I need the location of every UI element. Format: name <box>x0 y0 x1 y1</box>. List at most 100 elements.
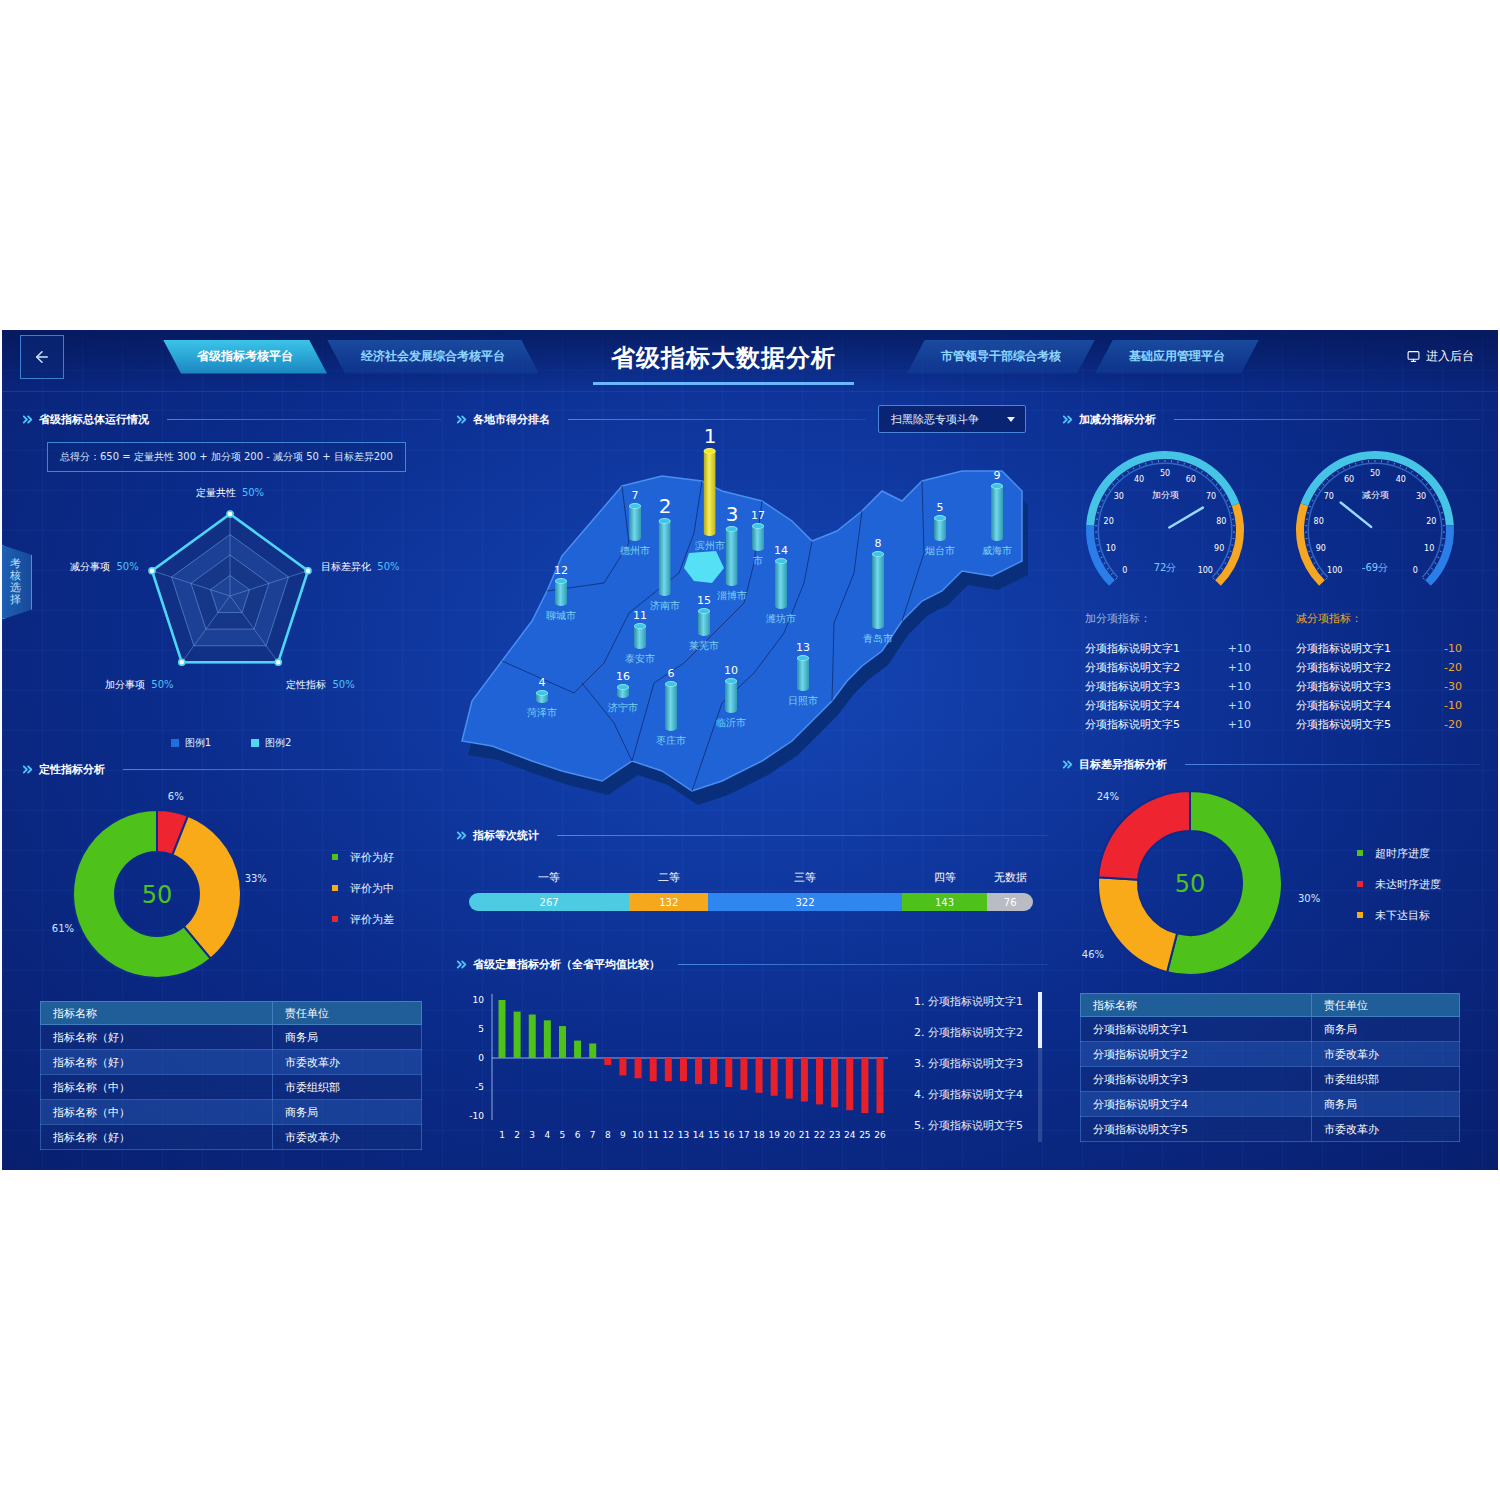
grade-segment: 四等143 <box>902 867 988 911</box>
city-bar-stack: 10 <box>724 665 738 713</box>
gauge-tick <box>1230 551 1232 553</box>
bonus-item-label: 分项指标说明文字1 <box>1296 641 1391 656</box>
bonus-list-row: 分项指标说明文字4-10 <box>1296 696 1462 715</box>
table-cell: 分项指标说明文字4 <box>1081 1092 1312 1117</box>
indicator-dropdown[interactable]: 扫黑除恶专项斗争 <box>878 405 1026 433</box>
admin-link[interactable]: 进入后台 <box>1401 347 1480 366</box>
table-cell: 指标名称（好） <box>41 1050 273 1075</box>
chevrons-icon <box>1060 757 1075 772</box>
city-bar <box>752 526 764 551</box>
table-cell: 市委改革办 <box>1312 1117 1460 1142</box>
table-row: 分项指标说明文字1商务局 <box>1081 1017 1460 1042</box>
gauge-tick <box>1096 538 1098 539</box>
bonus-list-title: 加分项指标： <box>1085 611 1251 631</box>
section-title: 目标差异指标分析 <box>1079 757 1167 772</box>
y-tick-label: -5 <box>475 1082 484 1092</box>
radar-axis-label: 加分事项50% <box>105 679 173 690</box>
table-row: 指标名称（中）商务局 <box>41 1100 422 1125</box>
y-tick-label: 10 <box>473 995 485 1005</box>
x-tick-label: 4 <box>544 1130 550 1140</box>
table-cell: 市委改革办 <box>273 1050 422 1075</box>
grade-segment: 一等 267 <box>469 867 629 911</box>
scrollbar-thumb[interactable] <box>1038 992 1042 1048</box>
radar-spoke <box>182 596 230 662</box>
gauge-tick <box>1097 512 1099 513</box>
bonus-list-row: 分项指标说明文字5+10 <box>1085 715 1251 734</box>
x-tick-label: 8 <box>605 1130 611 1140</box>
section-header: 指标等次统计 <box>454 821 1048 849</box>
table-body: 分项指标说明文字1商务局分项指标说明文字2市委改革办分项指标说明文字3市委组织部… <box>1081 1017 1460 1142</box>
gauge-tick <box>1442 519 1444 520</box>
gauge-tick <box>1314 562 1316 564</box>
gauge-tick <box>1441 512 1443 513</box>
back-button[interactable] <box>20 335 64 379</box>
page-title: 省级指标大数据分析 <box>593 336 854 385</box>
x-tick-label: 1 <box>499 1130 505 1140</box>
city-bar <box>704 451 716 536</box>
x-tick-label: 14 <box>693 1130 705 1140</box>
gauge-tick-label: 10 <box>1424 544 1434 553</box>
map-province <box>462 471 1022 791</box>
section-header: 省级指标总体运行情况 <box>20 405 442 433</box>
city-rank: 11 <box>633 610 647 622</box>
chevrons-icon <box>20 762 35 777</box>
gauge-tick <box>1102 500 1104 502</box>
gauge-title: 减分项 <box>1362 490 1389 500</box>
table-head: 指标名称责任单位 <box>41 1002 422 1025</box>
gauge-tick <box>1165 460 1166 462</box>
bonus-list-row: 分项指标说明文字2-20 <box>1296 658 1462 677</box>
city-bar-stack: 3 <box>726 503 739 586</box>
nav-tab[interactable]: 市管领导干部综合考核 <box>907 340 1095 374</box>
x-tick-label: 19 <box>768 1130 780 1140</box>
city-bar-stack: 4 <box>536 677 548 703</box>
map-boundary <box>502 481 702 693</box>
city-bar <box>665 684 677 731</box>
nav-tab[interactable]: 省级指标考核平台 <box>163 340 327 374</box>
x-tick-label: 26 <box>874 1130 886 1140</box>
x-tick-label: 21 <box>799 1130 810 1140</box>
side-tab[interactable]: 考核选择 <box>2 545 32 619</box>
x-tick-label: 6 <box>575 1130 581 1140</box>
map-boundary <box>832 511 862 701</box>
right-column: 加减分指标分析0102030405060708090100加分项72分10090… <box>1060 405 1480 1170</box>
bar <box>846 1058 853 1110</box>
nav-tab[interactable]: 经济社会发展综合考核平台 <box>327 340 539 374</box>
grade-bar-piece: 267 <box>469 893 629 911</box>
zero-line <box>492 1058 888 1059</box>
table-cell: 商务局 <box>1312 1017 1460 1042</box>
table-row: 分项指标说明文字3市委组织部 <box>1081 1067 1460 1092</box>
table-cell: 市委组织部 <box>1312 1067 1460 1092</box>
donut-legend: 评价为好评价为中评价为差 <box>332 850 394 927</box>
city-bar-stack: 7 <box>629 490 641 541</box>
gauge-tick <box>1422 479 1423 480</box>
city-name: 威海市 <box>982 544 1012 558</box>
gauge-tick-label: 10 <box>1106 544 1116 553</box>
gauge-tick <box>1411 471 1412 473</box>
grade-label: 一等 <box>469 867 629 889</box>
bonus-list: 减分项指标：分项指标说明文字1-10分项指标说明文字2-20分项指标说明文字3-… <box>1296 611 1462 734</box>
table-cell: 指标名称（中） <box>41 1075 273 1100</box>
gauge-tick <box>1315 494 1317 495</box>
nav-tab[interactable]: 基础应用管理平台 <box>1095 340 1259 374</box>
gauge-tick <box>1305 525 1307 526</box>
gauge-tick <box>1232 538 1234 539</box>
table-cell: 指标名称（好） <box>41 1025 273 1050</box>
top-bar: 省级指标考核平台经济社会发展综合考核平台 省级指标大数据分析 市管领导干部综合考核基… <box>2 330 1498 392</box>
table-row: 指标名称（好）市委改革办 <box>41 1050 422 1075</box>
gauge-tick <box>1387 461 1388 463</box>
radar-axis-share: 50% <box>151 679 173 690</box>
x-tick-label: 17 <box>738 1130 749 1140</box>
target-donut-row: 30%46%24%50超时序进度未达时序进度未下达目标 <box>1060 778 1480 990</box>
gauge-tick-label: 70 <box>1324 492 1334 501</box>
gauge-tick-label: 100 <box>1327 566 1342 575</box>
scrollbar[interactable] <box>1038 992 1042 1142</box>
gauge-band <box>1425 525 1454 586</box>
city-rank: 16 <box>616 671 630 683</box>
map-highlight-region <box>684 551 724 583</box>
gauge-tick <box>1139 465 1141 467</box>
legend-item: 未达时序进度 <box>1357 877 1441 892</box>
dropdown-value: 扫黑除恶专项斗争 <box>891 412 979 427</box>
legend-item: 图例1 <box>171 736 211 750</box>
gauge-tick-label: 50 <box>1370 469 1380 478</box>
city-bar-stack: 8 <box>872 538 884 629</box>
